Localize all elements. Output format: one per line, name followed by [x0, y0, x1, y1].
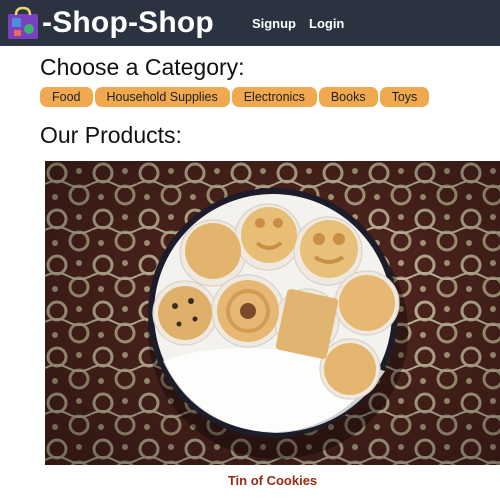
category-list: Food Household Supplies Electronics Book… — [40, 87, 430, 107]
login-link[interactable]: Login — [309, 16, 344, 31]
category-heading: Choose a Category: — [40, 54, 245, 80]
product-name[interactable]: Tin of Cookies — [45, 473, 500, 488]
site-title[interactable]: -Shop-Shop — [42, 6, 214, 40]
products-heading: Our Products: — [40, 122, 182, 148]
site-header: -Shop-Shop Signup Login — [0, 0, 500, 46]
signup-link[interactable]: Signup — [252, 16, 296, 31]
main-nav: Signup Login — [252, 16, 344, 31]
category-button-household-supplies[interactable]: Household Supplies — [94, 87, 230, 107]
category-button-electronics[interactable]: Electronics — [231, 87, 317, 107]
cookie-tin-photo[interactable] — [45, 161, 500, 465]
category-button-toys[interactable]: Toys — [379, 87, 430, 107]
shopping-bag-icon[interactable] — [6, 6, 40, 40]
category-button-food[interactable]: Food — [40, 87, 93, 107]
category-button-books[interactable]: Books — [318, 87, 378, 107]
